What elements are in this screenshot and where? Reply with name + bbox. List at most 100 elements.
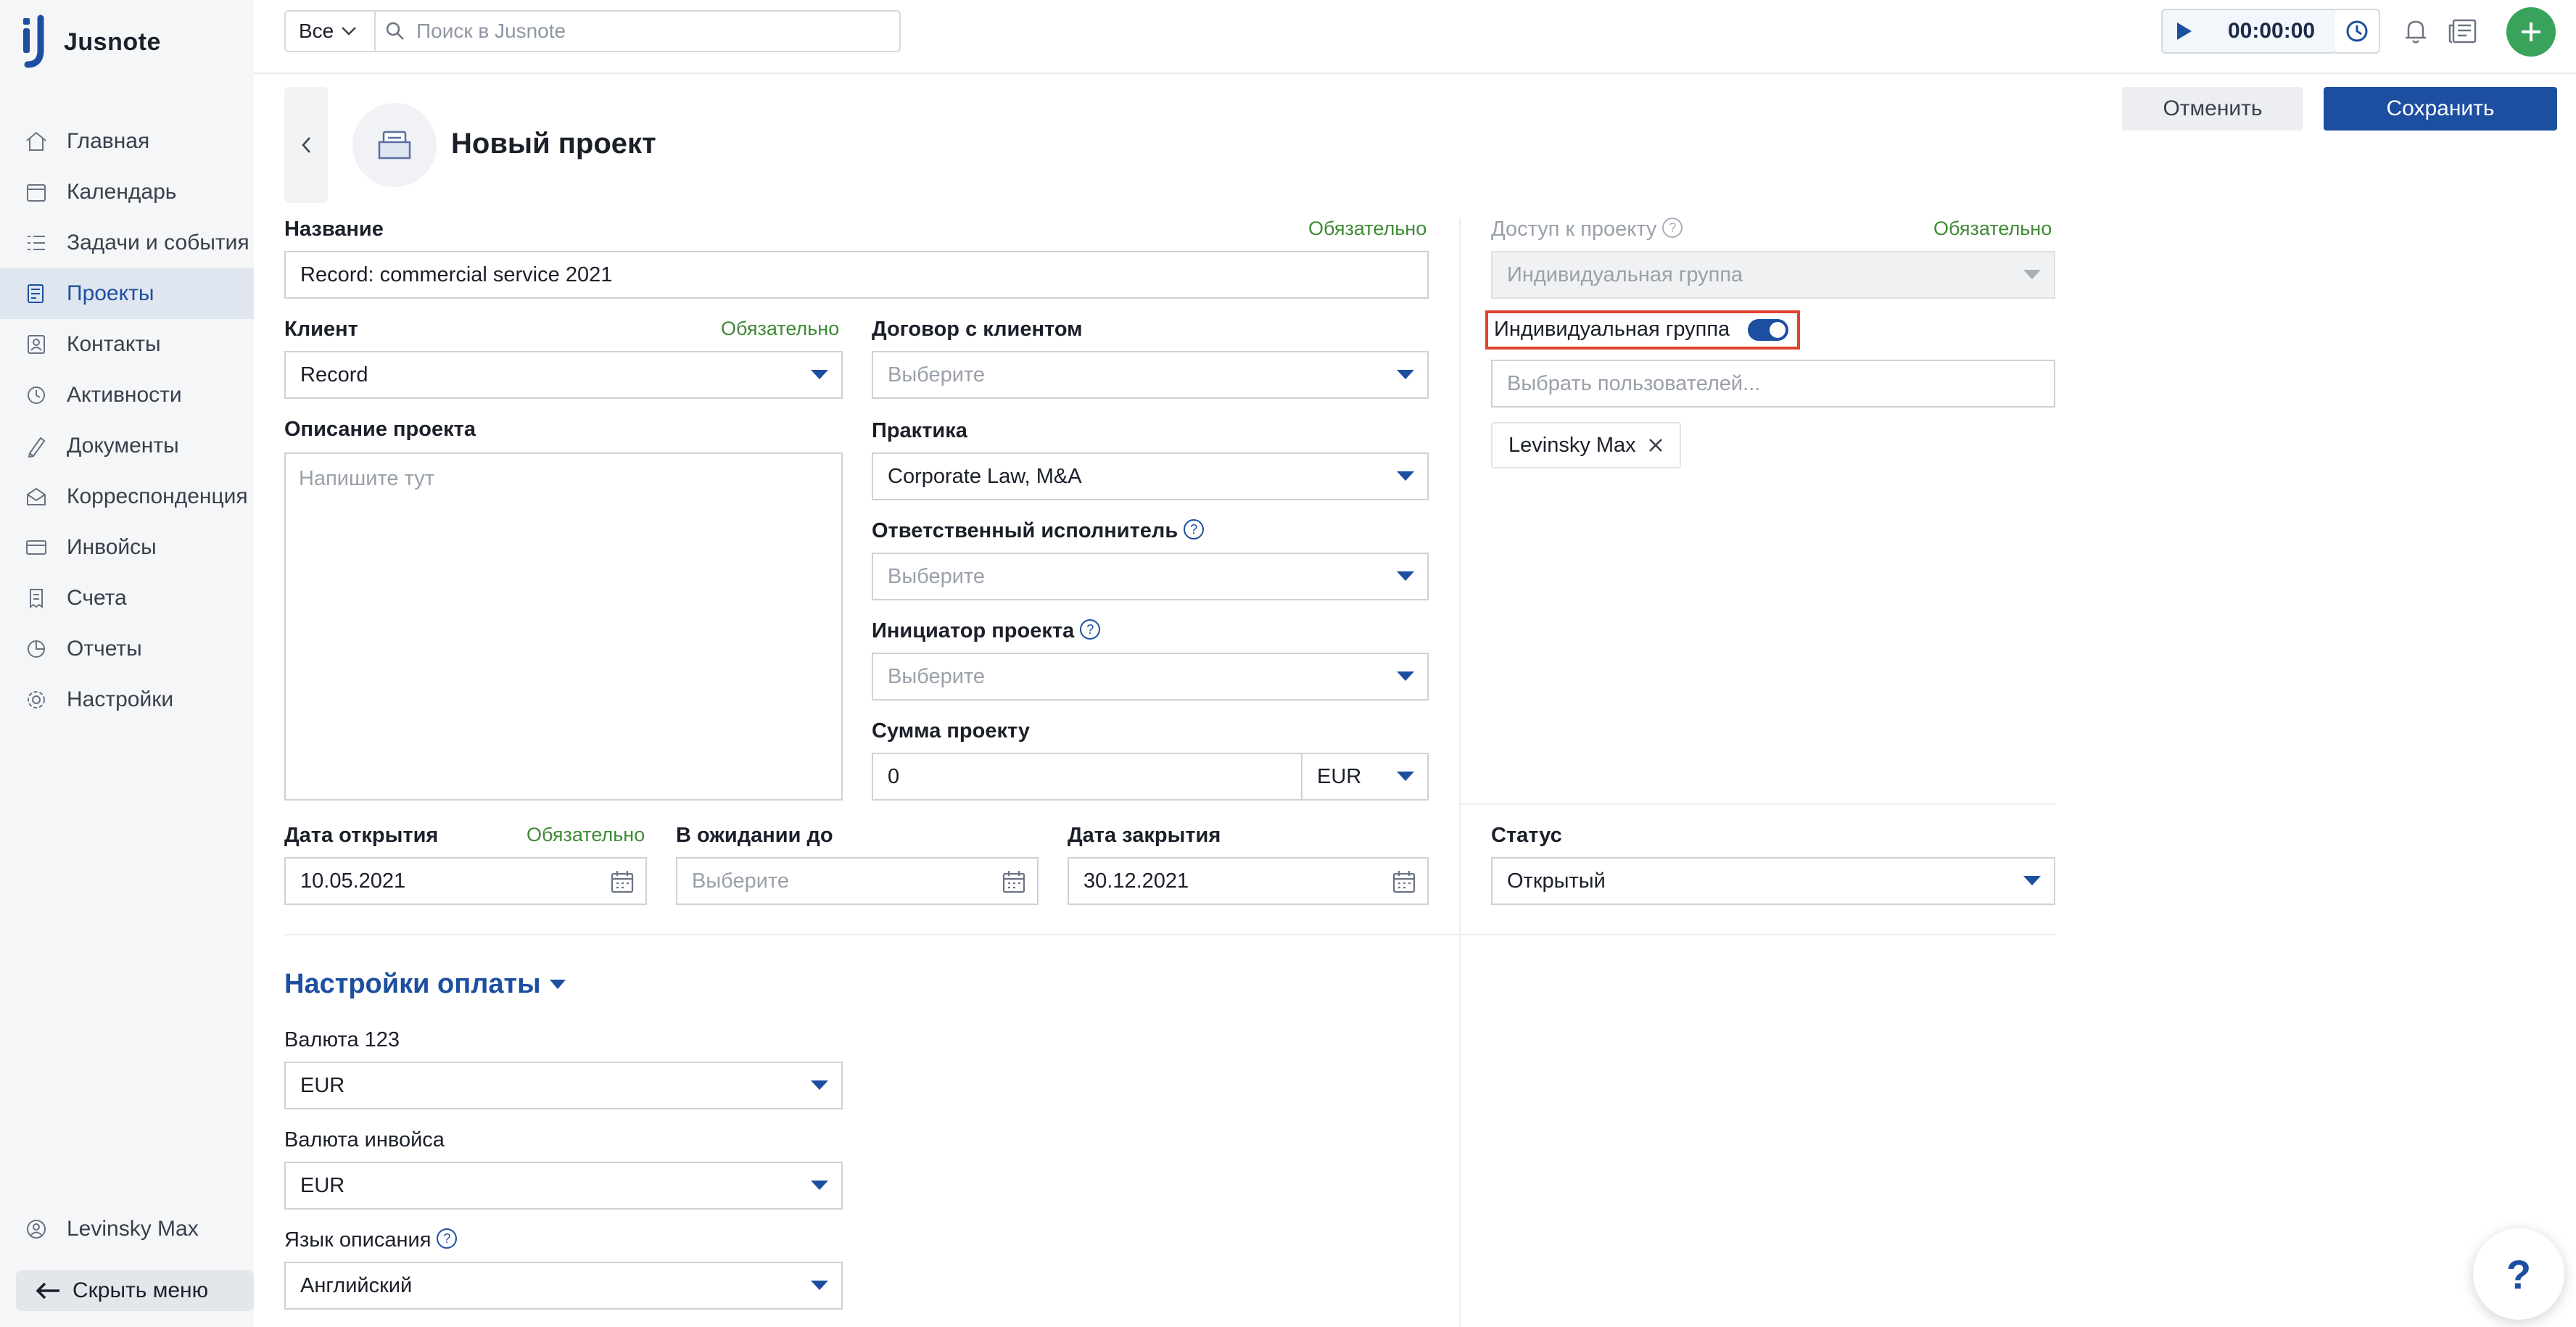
- access-label-text: Доступ к проекту: [1491, 218, 1657, 241]
- invoice-currency-label: Валюта инвойса: [284, 1128, 445, 1152]
- app-logo[interactable]: Jusnote: [20, 13, 161, 71]
- calendar-icon[interactable]: [609, 869, 635, 895]
- section-divider: [284, 934, 2055, 935]
- search-scope-select[interactable]: Все: [284, 10, 374, 52]
- search-input[interactable]: [415, 19, 882, 44]
- tasks-icon: [22, 228, 51, 257]
- add-button[interactable]: [2506, 7, 2556, 57]
- search-scope-value: Все: [299, 20, 334, 42]
- pending-until-input[interactable]: Выберите: [676, 857, 1039, 905]
- sidebar-item-home[interactable]: Главная: [0, 116, 254, 167]
- client-select[interactable]: Record: [284, 351, 843, 399]
- open-date-value: 10.05.2021: [300, 869, 406, 893]
- sidebar-item-label: Счета: [67, 586, 127, 610]
- close-icon[interactable]: [1648, 437, 1664, 453]
- reports-icon: [22, 634, 51, 664]
- caret-down-icon: [1397, 671, 1414, 681]
- description-language-value: Английский: [300, 1273, 413, 1297]
- amount-currency-select[interactable]: EUR: [1301, 753, 1429, 801]
- open-date-input[interactable]: 10.05.2021: [284, 857, 647, 905]
- sidebar-item-correspondence[interactable]: Корреспонденция: [0, 471, 254, 522]
- chevron-left-icon: [302, 137, 310, 153]
- sidebar-item-reports[interactable]: Отчеты: [0, 624, 254, 674]
- amount-input[interactable]: 0: [872, 753, 1303, 801]
- invoice-currency-value: EUR: [300, 1173, 345, 1197]
- name-required: Обязательно: [1308, 218, 1427, 239]
- help-icon[interactable]: ?: [1080, 619, 1101, 640]
- description-language-label: Язык описания?: [284, 1228, 458, 1252]
- status-value: Открытый: [1507, 869, 1606, 893]
- settings-icon: [22, 685, 51, 714]
- responsible-select[interactable]: Выберите: [872, 553, 1429, 600]
- payment-settings-toggle[interactable]: Настройки оплаты: [284, 969, 566, 1000]
- status-select[interactable]: Открытый: [1491, 857, 2055, 905]
- sidebar-item-calendar[interactable]: Календарь: [0, 167, 254, 218]
- sidebar-item-accounts[interactable]: Счета: [0, 573, 254, 624]
- description-label: Описание проекта: [284, 418, 476, 441]
- sidebar-user[interactable]: Levinsky Max: [0, 1204, 254, 1254]
- sidebar-item-label: Инвойсы: [67, 535, 157, 559]
- invoice-currency-select[interactable]: EUR: [284, 1162, 843, 1210]
- user-chip-label: Levinsky Max: [1508, 433, 1636, 457]
- sidebar-item-projects[interactable]: Проекты: [0, 268, 254, 319]
- users-select-input[interactable]: Выбрать пользователей...: [1491, 360, 2055, 408]
- timer-history-button[interactable]: [2335, 9, 2380, 54]
- initiator-label: Инициатор проекта?: [872, 619, 1101, 643]
- sidebar-item-label: Главная: [67, 129, 150, 153]
- caret-down-icon: [1397, 471, 1414, 481]
- help-icon[interactable]: ?: [1184, 519, 1205, 540]
- caret-down-icon: [549, 980, 566, 989]
- sidebar-item-contacts[interactable]: Контакты: [0, 319, 254, 370]
- plus-icon: [2522, 22, 2540, 41]
- sidebar-item-tasks[interactable]: Задачи и события: [0, 218, 254, 268]
- contract-select[interactable]: Выберите: [872, 351, 1429, 399]
- hide-menu-label: Скрыть меню: [73, 1278, 209, 1302]
- user-chip: Levinsky Max: [1491, 422, 1681, 468]
- client-value: Record: [300, 363, 368, 386]
- notifications-button[interactable]: [2398, 13, 2434, 49]
- save-button[interactable]: Сохранить: [2324, 87, 2557, 131]
- calendar-icon[interactable]: [1001, 869, 1027, 895]
- timer-value: 00:00:00: [2228, 19, 2316, 43]
- jusnote-logo-icon: [23, 15, 44, 68]
- description-language-select[interactable]: Английский: [284, 1262, 843, 1310]
- description-textarea[interactable]: [284, 452, 843, 801]
- name-input[interactable]: Record: commercial service 2021: [284, 251, 1429, 299]
- sidebar-user-name: Levinsky Max: [67, 1217, 199, 1241]
- sidebar-item-settings[interactable]: Настройки: [0, 674, 254, 725]
- sidebar-nav: Главная Календарь Задачи и события Проек…: [0, 116, 254, 725]
- cancel-button[interactable]: Отменить: [2122, 87, 2303, 131]
- help-icon[interactable]: ?: [437, 1228, 458, 1249]
- calendar-icon: [22, 178, 51, 207]
- amount-label: Сумма проекту: [872, 719, 1031, 743]
- practice-value: Corporate Law, M&A: [888, 464, 1082, 488]
- initiator-select[interactable]: Выберите: [872, 653, 1429, 700]
- news-button[interactable]: [2445, 13, 2482, 49]
- close-date-input[interactable]: 30.12.2021: [1068, 857, 1429, 905]
- caret-down-icon: [1397, 370, 1414, 379]
- page-title: Новый проект: [451, 128, 656, 160]
- play-button[interactable]: [2163, 21, 2206, 41]
- users-select-placeholder: Выбрать пользователей...: [1507, 371, 1761, 395]
- hide-menu-button[interactable]: Скрыть меню: [16, 1270, 254, 1311]
- sidebar-item-label: Задачи и события: [67, 231, 249, 255]
- help-icon[interactable]: ?: [1662, 218, 1683, 238]
- currency-select[interactable]: EUR: [284, 1062, 843, 1109]
- sidebar-item-documents[interactable]: Документы: [0, 421, 254, 471]
- access-label: Доступ к проекту?: [1491, 218, 1683, 241]
- access-select[interactable]: Индивидуальная группа: [1491, 251, 2055, 299]
- search-icon: [386, 22, 404, 40]
- client-label: Клиент: [284, 318, 358, 341]
- sidebar-item-invoices[interactable]: Инвойсы: [0, 522, 254, 573]
- practice-select[interactable]: Corporate Law, M&A: [872, 452, 1429, 500]
- help-button[interactable]: ?: [2473, 1228, 2564, 1320]
- arrow-left-icon: [36, 1282, 59, 1299]
- calendar-icon[interactable]: [1391, 869, 1417, 895]
- status-label: Статус: [1491, 824, 1562, 847]
- back-button[interactable]: [284, 87, 328, 203]
- top-bar: Все 00:00:00: [254, 0, 2576, 74]
- individual-group-toggle[interactable]: [1748, 319, 1788, 341]
- name-label: Название: [284, 218, 384, 241]
- sidebar-item-activity[interactable]: Активности: [0, 370, 254, 421]
- responsible-label: Ответственный исполнитель?: [872, 519, 1205, 543]
